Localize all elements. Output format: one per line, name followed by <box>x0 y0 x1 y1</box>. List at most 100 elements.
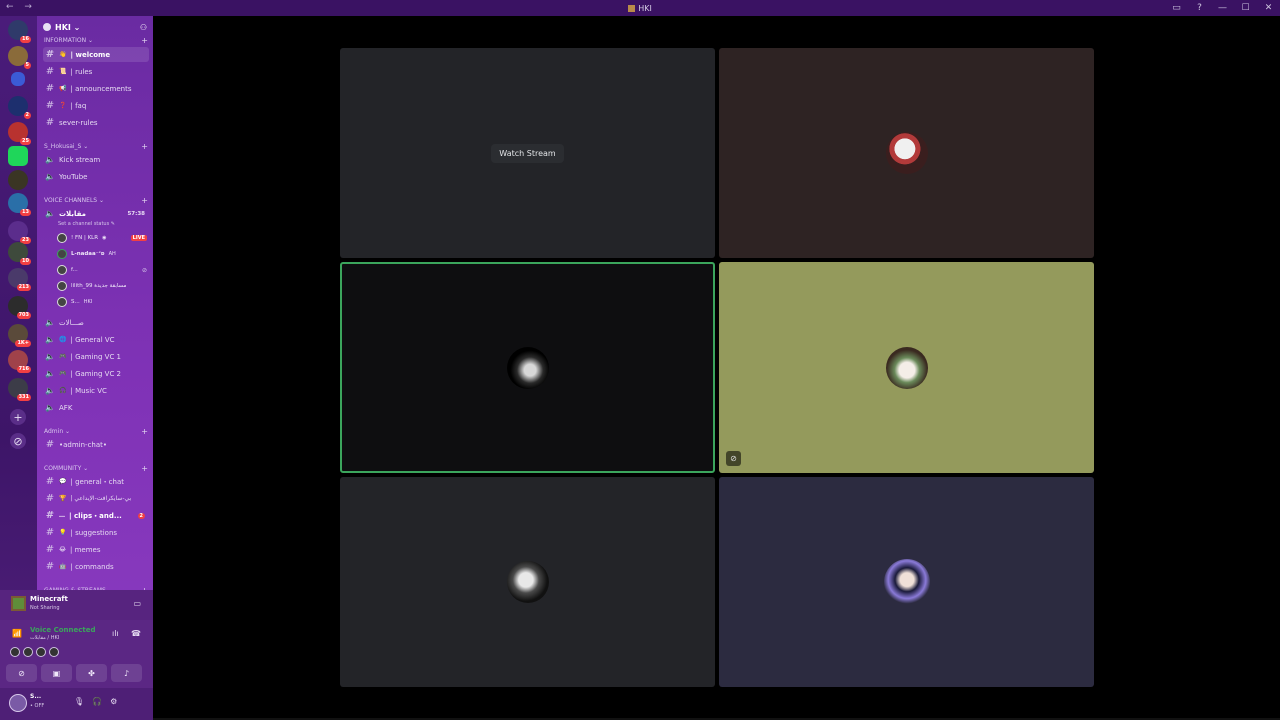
minimize-button[interactable]: — <box>1211 0 1234 16</box>
nav-arrows[interactable]: ← → <box>6 2 36 12</box>
voice-user-name: S... <box>71 299 80 305</box>
channel-commands[interactable]: # 🤖 | commands <box>43 559 149 574</box>
channel-label: AFK <box>59 403 73 412</box>
hash-icon: # <box>45 100 55 111</box>
invite-icon[interactable]: ⚇ <box>140 23 147 32</box>
watch-stream-button[interactable]: Watch Stream <box>491 143 564 163</box>
share-screen-icon[interactable]: ▭ <box>133 599 141 608</box>
channel-creative[interactable]: # 🏆 | بي-سايكرافت-الإبداعي <box>43 491 149 506</box>
server-icon[interactable]: 5 <box>8 46 31 69</box>
participant-tile[interactable]: ⊘ <box>719 262 1094 473</box>
participant-tile[interactable] <box>719 477 1094 687</box>
server-badge: 13 <box>20 209 31 216</box>
voice-user[interactable]: ᒪ-nadaa⁻ᶜᴅ AH <box>57 247 147 261</box>
voice-user[interactable]: ! FN | KLR ◉ LIVE <box>57 231 147 245</box>
user-avatar[interactable] <box>9 694 27 712</box>
server-icon[interactable]: 213 <box>8 268 31 291</box>
soundboard-icon[interactable]: ♪ <box>111 664 142 682</box>
add-channel-icon[interactable]: + <box>141 464 148 473</box>
avatar[interactable] <box>36 647 46 657</box>
category-information[interactable]: INFORMATION ⌄ + <box>44 36 148 45</box>
settings-gear-icon[interactable]: ⚙ <box>110 697 117 706</box>
maximize-button[interactable]: ☐ <box>1234 0 1257 16</box>
channel-label: صـــالات <box>59 318 84 327</box>
channel-maqablat[interactable]: 🔈 مقابلات 57:38 <box>43 206 149 221</box>
add-server-icon[interactable]: + <box>10 409 26 425</box>
channel-gaming-vc1[interactable]: 🔈 🎮 | Gaming VC 1 <box>43 349 149 364</box>
channel-afk[interactable]: 🔈 AFK <box>43 400 149 415</box>
server-icon[interactable]: 23 <box>8 221 31 244</box>
voice-user[interactable]: f... ⊘ <box>57 263 147 277</box>
channel-music-vc[interactable]: 🔈 🎧 | Music VC <box>43 383 149 398</box>
channel-general-vc[interactable]: 🔈 🌐 | General VC <box>43 332 149 347</box>
channel-memes[interactable]: # 😂 | memes <box>43 542 149 557</box>
channel-faq[interactable]: # ❓ | faq <box>43 98 149 113</box>
avatar[interactable] <box>23 647 33 657</box>
server-icon[interactable]: 2 <box>8 96 31 119</box>
discover-icon[interactable]: ⊘ <box>10 433 26 449</box>
channel-clips[interactable]: # … | clips・and... 2 <box>43 508 149 523</box>
add-channel-icon[interactable]: + <box>141 196 148 205</box>
participant-tile[interactable] <box>340 477 715 687</box>
server-icon[interactable]: 16 <box>8 20 31 43</box>
server-icon[interactable]: 25 <box>8 122 31 145</box>
add-channel-icon[interactable]: + <box>141 427 148 436</box>
screen-share-icon[interactable]: ▣ <box>41 664 72 682</box>
category-label: COMMUNITY ⌄ <box>44 465 89 472</box>
category-voice-channels[interactable]: VOICE CHANNELS ⌄ + <box>44 196 148 205</box>
signal-icon[interactable]: 📶 <box>12 629 22 638</box>
stream-tile[interactable]: Watch Stream <box>340 48 715 258</box>
voice-location[interactable]: مقابلات / HKI <box>30 635 59 641</box>
channel-admin-chat[interactable]: # •admin-chat• <box>43 437 149 452</box>
server-icon[interactable]: 716 <box>8 350 31 373</box>
avatar[interactable] <box>49 647 59 657</box>
help-icon[interactable]: ? <box>1188 0 1211 16</box>
server-header[interactable]: HKI ⌄ ⚇ <box>37 16 153 38</box>
server-icon[interactable]: 10 <box>8 242 31 265</box>
voice-user[interactable]: lilith_99 مسابقة جديدة <box>57 279 147 293</box>
kick-server-icon[interactable] <box>8 146 28 166</box>
disconnect-icon[interactable]: ☎ <box>131 629 141 638</box>
noise-suppression-icon[interactable]: ılı <box>112 629 119 638</box>
folder-icon[interactable] <box>11 72 25 86</box>
category-community[interactable]: COMMUNITY ⌄ + <box>44 464 148 473</box>
server-icon[interactable]: 1K+ <box>8 324 31 347</box>
channel-suggestions[interactable]: # 💡 | suggestions <box>43 525 149 540</box>
speaking-participant-tile[interactable] <box>340 262 715 473</box>
channel-youtube[interactable]: 🔈 YouTube <box>43 169 149 184</box>
channel-sever-rules[interactable]: # sever-rules <box>43 115 149 130</box>
channel-welcome[interactable]: # 👋 | welcome <box>43 47 149 62</box>
channel-gaming-vc2[interactable]: 🔈 🎮 | Gaming VC 2 <box>43 366 149 381</box>
participant-tile[interactable] <box>719 48 1094 258</box>
voice-user[interactable]: S... HKI <box>57 295 147 309</box>
category-admin[interactable]: Admin ⌄ + <box>44 427 148 436</box>
server-icon[interactable] <box>8 170 28 190</box>
channel-label: | announcements <box>70 84 132 93</box>
channel-general-chat[interactable]: # 💬 | general・chat <box>43 474 149 489</box>
microphone-icon[interactable]: 🎙 <box>74 697 84 706</box>
channel-sayalat[interactable]: 🔈 صـــالات <box>43 315 149 330</box>
channel-status-prompt[interactable]: Set a channel status ✎ <box>58 221 115 227</box>
voice-stage: Watch Stream ⊘ <box>153 16 1280 720</box>
channel-announcements[interactable]: # 📢 | announcements <box>43 81 149 96</box>
server-icon[interactable]: 331 <box>8 378 31 401</box>
headphones-icon[interactable]: 🎧 <box>92 697 102 706</box>
activity-game: Minecraft <box>30 595 68 603</box>
hash-icon: # <box>45 49 55 60</box>
channel-rules[interactable]: # 📜 | rules <box>43 64 149 79</box>
hash-icon: # <box>45 83 55 94</box>
add-channel-icon[interactable]: + <box>141 142 148 151</box>
server-badge: 10 <box>20 258 31 265</box>
inbox-icon[interactable]: ▭ <box>1165 0 1188 16</box>
avatar <box>883 559 930 605</box>
avatar[interactable] <box>10 647 20 657</box>
server-badge: 2 <box>23 112 31 119</box>
add-channel-icon[interactable]: + <box>141 36 148 45</box>
server-icon[interactable]: 703 <box>8 296 31 319</box>
server-icon[interactable]: 13 <box>8 193 31 216</box>
category-s-hokusai[interactable]: S_Hokusai_S ⌄ + <box>44 142 148 151</box>
camera-off-icon[interactable]: ⊘ <box>6 664 37 682</box>
close-button[interactable]: ✕ <box>1257 0 1280 16</box>
channel-kick-stream[interactable]: 🔈 Kick stream <box>43 152 149 167</box>
activities-icon[interactable]: ✤ <box>76 664 107 682</box>
